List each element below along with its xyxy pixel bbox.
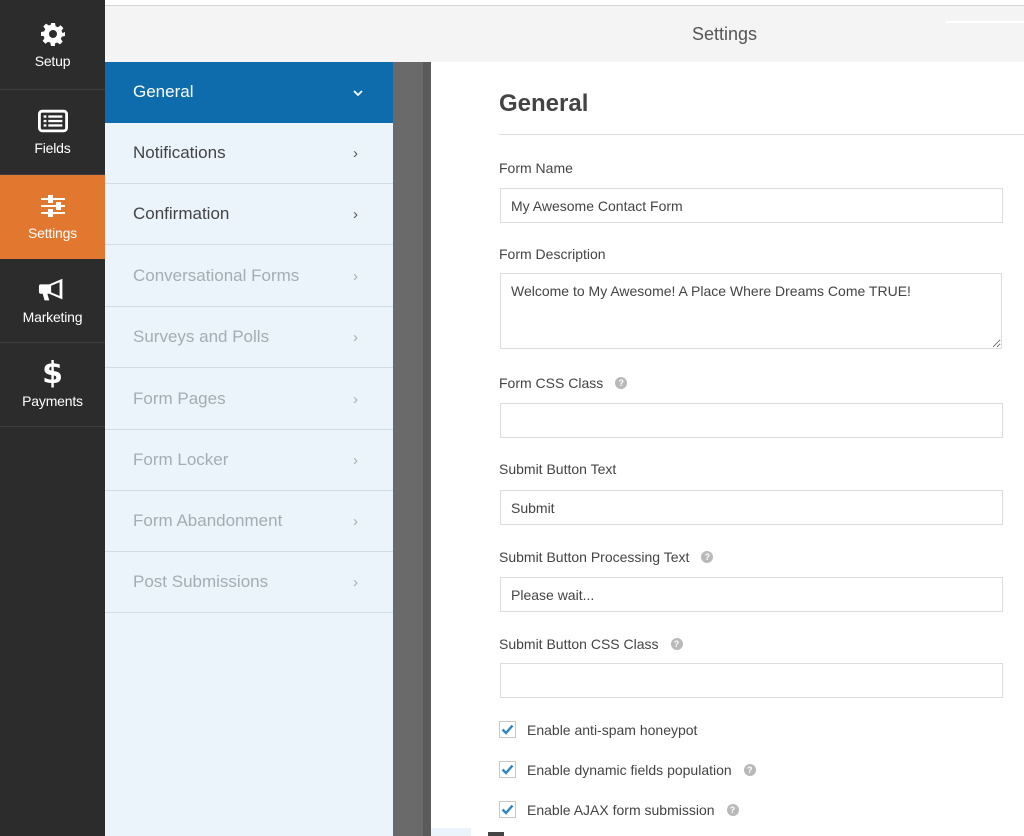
help-icon[interactable]: ? (670, 638, 683, 650)
checkbox-row-ajax[interactable]: Enable AJAX form submission ? (499, 801, 739, 818)
subnav-item-surveys-and-polls[interactable]: Surveys and Polls › (105, 307, 393, 368)
page-title: Settings (691, 24, 758, 44)
form-css-class-label-text: Form CSS Class (499, 375, 604, 391)
submit-css-class-label: Submit Button CSS Class ? (499, 636, 683, 652)
submit-text-input[interactable] (500, 490, 1003, 525)
submit-processing-text-input[interactable] (500, 577, 1003, 612)
subnav-item-notifications[interactable]: Notifications › (105, 123, 393, 184)
bottom-edge-strip (431, 828, 471, 836)
chevron-right-icon: › (353, 267, 358, 285)
form-description-label-text: Form Description (499, 246, 606, 262)
submit-text-label: Submit Button Text (499, 461, 616, 477)
settings-content: General Form Name Form Description Welco… (431, 62, 1024, 836)
checkmark-icon (501, 804, 514, 815)
form-css-class-input[interactable] (500, 403, 1003, 438)
submit-text-label-text: Submit Button Text (499, 461, 617, 477)
subnav-item-confirmation[interactable]: Confirmation › (105, 184, 393, 245)
sidebar-item-payments[interactable]: $ Payments (0, 343, 105, 427)
ajax-checkbox[interactable] (499, 801, 516, 818)
chevron-right-icon: › (353, 390, 358, 408)
main-sidebar: Setup Fields Settings Marketing $ Paymen… (0, 0, 105, 836)
checkbox-row-honeypot[interactable]: Enable anti-spam honeypot (499, 721, 697, 738)
subnav-item-label: Form Abandonment (133, 511, 283, 530)
chevron-right-icon: › (353, 451, 358, 469)
subnav-item-general[interactable]: General (105, 62, 393, 123)
gear-icon (38, 21, 68, 47)
subnav-item-conversational-forms[interactable]: Conversational Forms › (105, 246, 393, 307)
checkbox-label: Enable anti-spam honeypot (527, 721, 698, 738)
subnav-item-label: Surveys and Polls (133, 327, 270, 346)
subnav-item-label: Post Submissions (133, 572, 269, 591)
top-header: Settings (105, 5, 1024, 62)
dollar-icon: $ (42, 355, 63, 391)
sidebar-item-label: Fields (34, 140, 71, 156)
checkmark-icon (501, 764, 514, 775)
subnav-item-form-abandonment[interactable]: Form Abandonment › (105, 491, 393, 552)
chevron-right-icon: › (353, 205, 358, 223)
help-icon[interactable]: ? (743, 763, 756, 776)
chevron-right-icon: › (353, 512, 358, 530)
form-description-label: Form Description (499, 246, 606, 262)
bottom-edge-mark (488, 832, 504, 836)
subnav-item-label: General (133, 82, 194, 101)
help-icon[interactable]: ? (615, 377, 628, 389)
subnav-item-post-submissions[interactable]: Post Submissions › (105, 552, 393, 613)
subnav-item-label: Confirmation (133, 204, 230, 223)
subnav-item-label: Notifications (133, 143, 226, 162)
subnav-item-form-locker[interactable]: Form Locker › (105, 430, 393, 491)
subnav-item-label: Form Locker (133, 450, 229, 469)
form-name-label-text: Form Name (499, 160, 573, 176)
checkbox-label: Enable dynamic fields population (527, 761, 732, 778)
chevron-down-icon (353, 84, 363, 101)
help-icon[interactable]: ? (726, 803, 739, 816)
list-icon (37, 108, 68, 134)
submit-css-class-input[interactable] (500, 663, 1003, 698)
sliders-icon (38, 193, 68, 219)
panel-divider (393, 62, 431, 836)
form-css-class-label: Form CSS Class ? (499, 375, 628, 391)
title-divider (499, 134, 1024, 135)
checkbox-label: Enable AJAX form submission (527, 801, 715, 818)
subnav-item-label: Conversational Forms (133, 266, 300, 285)
sidebar-item-marketing[interactable]: Marketing (0, 259, 105, 343)
sidebar-item-fields[interactable]: Fields (0, 90, 105, 175)
sidebar-item-label: Marketing (22, 308, 83, 325)
submit-processing-text-label-text: Submit Button Processing Text (499, 549, 690, 565)
chevron-right-icon: › (353, 328, 358, 346)
sidebar-item-label: Settings (28, 224, 77, 241)
header-decoration (946, 21, 1024, 23)
checkmark-icon (501, 724, 514, 735)
submit-css-class-label-text: Submit Button CSS Class (499, 636, 659, 652)
megaphone-icon (38, 277, 68, 303)
settings-subnav: General Notifications › Confirmation › C… (105, 62, 393, 836)
form-name-input[interactable] (500, 188, 1003, 223)
form-name-label: Form Name (499, 160, 573, 176)
dynamic-fields-checkbox[interactable] (499, 761, 516, 778)
subnav-item-label: Form Pages (133, 389, 226, 408)
chevron-right-icon: › (353, 144, 358, 162)
submit-processing-text-label: Submit Button Processing Text ? (499, 549, 714, 565)
section-title: General (499, 90, 589, 117)
sidebar-item-label: Payments (22, 392, 83, 409)
sidebar-item-label: Setup (34, 52, 71, 69)
checkbox-row-dynamic-fields[interactable]: Enable dynamic fields population ? (499, 761, 756, 778)
form-description-textarea[interactable]: Welcome to My Awesome! A Place Where Dre… (500, 273, 1002, 349)
sidebar-item-setup[interactable]: Setup (0, 0, 105, 90)
help-icon[interactable]: ? (701, 551, 714, 563)
honeypot-checkbox[interactable] (499, 721, 516, 738)
sidebar-item-settings[interactable]: Settings (0, 175, 105, 259)
chevron-right-icon: › (353, 573, 358, 591)
subnav-item-form-pages[interactable]: Form Pages › (105, 369, 393, 430)
